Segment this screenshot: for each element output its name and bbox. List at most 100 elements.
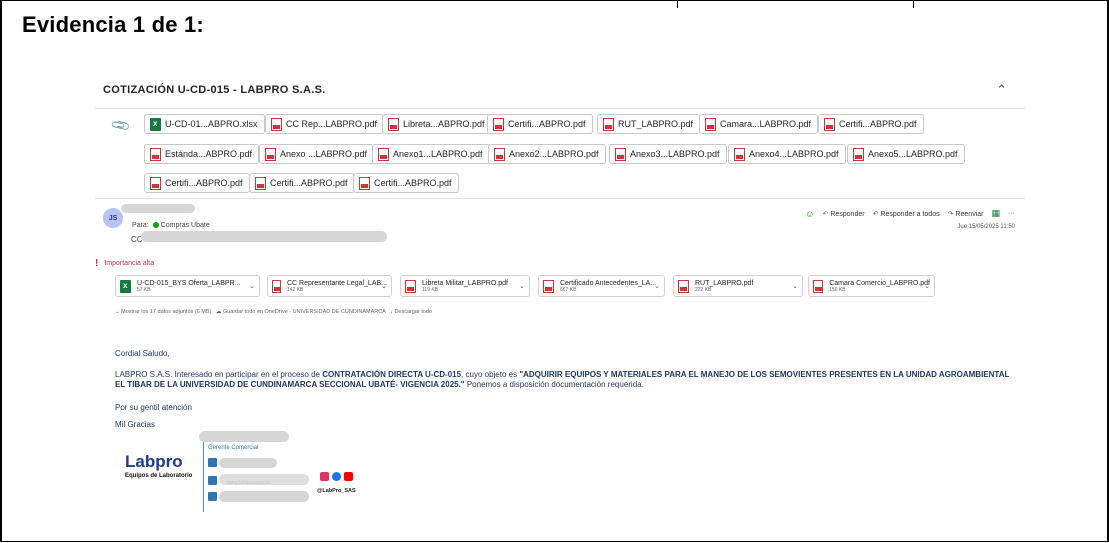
attachment-card[interactable]: Libreta Militar_LABPRO.pdf 119 KB ⌄ xyxy=(400,275,530,297)
chevron-down-icon[interactable]: ⌄ xyxy=(924,282,930,290)
excel-file-icon xyxy=(120,279,131,293)
chevron-down-icon[interactable]: ⌄ xyxy=(654,282,660,290)
attachment-chip[interactable]: Estánda...ABPRO.pdf xyxy=(144,144,260,164)
chevron-up-icon[interactable]: ⌃ xyxy=(996,82,1007,98)
teams-icon[interactable]: ▦ xyxy=(991,208,1000,219)
pdf-file-icon xyxy=(255,176,266,190)
pdf-file-icon xyxy=(543,279,554,293)
divider xyxy=(95,108,1025,109)
pdf-file-icon xyxy=(853,147,864,161)
paperclip-icon: 📎 xyxy=(109,114,132,137)
chevron-down-icon[interactable]: ⌄ xyxy=(381,282,387,290)
chevron-double-down-icon: ⌄ xyxy=(115,309,120,315)
pdf-file-icon xyxy=(405,279,416,293)
redacted-phone xyxy=(219,458,277,468)
more-actions-button[interactable]: ··· xyxy=(1008,210,1015,217)
presence-icon xyxy=(152,222,159,229)
pdf-file-icon xyxy=(493,117,504,131)
redacted-cc xyxy=(141,231,387,242)
table-divider xyxy=(913,0,914,8)
forward-icon: ↷ xyxy=(947,210,954,218)
attachment-chip[interactable]: Libreta...ABPRO.pdf xyxy=(382,114,492,134)
pdf-file-icon xyxy=(271,117,282,131)
attachment-chip[interactable]: Certifi...ABPRO.pdf xyxy=(249,173,355,193)
avatar[interactable]: JS xyxy=(103,208,123,228)
attachment-chip[interactable]: Camara...LABPRO.pdf xyxy=(699,114,819,134)
pdf-file-icon xyxy=(359,176,370,190)
instagram-icon[interactable] xyxy=(320,472,329,481)
email-icon xyxy=(208,476,217,485)
labpro-logo: Labpro Equipos de Laboratorio xyxy=(125,452,193,479)
chevron-down-icon[interactable]: ⌄ xyxy=(519,282,525,290)
thanks-line: Por su gentil atención xyxy=(115,403,192,412)
social-icons xyxy=(320,472,353,481)
recipient[interactable]: Compras Ubate xyxy=(161,222,210,229)
chevron-down-icon[interactable]: ⌄ xyxy=(792,282,798,290)
attachment-chip[interactable]: RUT_LABPRO.pdf xyxy=(597,114,701,134)
save-onedrive-link[interactable]: Guardar todo en OneDrive - UNIVERSIDAD D… xyxy=(223,309,386,315)
closing-line: Mil Gracias xyxy=(115,420,156,429)
pdf-file-icon xyxy=(150,176,161,190)
redacted-address xyxy=(219,491,309,502)
attachment-chip[interactable]: Certifi...ABPRO.pdf xyxy=(353,173,459,193)
pdf-file-icon xyxy=(603,117,614,131)
divider xyxy=(95,198,1025,199)
reply-icon: ↶ xyxy=(822,210,829,218)
pdf-file-icon xyxy=(388,117,399,131)
message-date: Jue 15/05/2025 11:50 xyxy=(957,224,1015,230)
youtube-icon[interactable] xyxy=(344,472,353,481)
to-line: Para: Compras Ubate xyxy=(132,222,210,229)
greeting: Cordial Saludo, xyxy=(115,349,170,358)
attachment-chip[interactable]: Anexo5...LABPRO.pdf xyxy=(847,144,965,164)
attachment-chip[interactable]: CC Rep...LABPRO.pdf xyxy=(265,114,385,134)
email-screenshot: COTIZACIÓN U-CD-015 - LABPRO S.A.S. ⌃ 📎 … xyxy=(95,72,1025,512)
attachment-chip[interactable]: U-CD-01...ABPRO.xlsx xyxy=(144,114,265,134)
reply-all-icon: ↶ xyxy=(872,210,879,218)
social-handle: @LabPro_SAS xyxy=(317,488,356,494)
facebook-icon[interactable] xyxy=(332,472,341,481)
pdf-file-icon xyxy=(734,147,745,161)
redacted-sender xyxy=(121,204,195,213)
attachment-card[interactable]: RUT_LABPRO.pdf 222 KB ⌄ xyxy=(673,275,803,297)
redacted-signer-name xyxy=(199,431,289,442)
attachment-card[interactable]: Certificado Antecedentes_LA... 667 KB ⌄ xyxy=(538,275,665,297)
reply-all-button[interactable]: ↶ Responder a todos xyxy=(873,210,940,218)
emoji-reaction-icon[interactable]: ☺ xyxy=(805,209,814,219)
exclamation-icon: ! xyxy=(95,258,99,269)
email-subject: COTIZACIÓN U-CD-015 - LABPRO S.A.S. xyxy=(103,84,326,96)
pdf-file-icon xyxy=(150,147,161,161)
evidence-heading: Evidencia 1 de 1: xyxy=(22,12,204,37)
importance-banner: ! Importancia alta xyxy=(95,258,155,269)
signer-role: Gerente Comercial xyxy=(208,445,259,451)
attachment-card[interactable]: U-CD-015_BYS Oferta_LABPR...57 KB ⌄ xyxy=(115,275,260,297)
top-border xyxy=(0,0,1109,1)
pdf-file-icon xyxy=(824,117,835,131)
forward-button[interactable]: ↷ Reenviar xyxy=(948,210,984,218)
pdf-file-icon xyxy=(615,147,626,161)
chevron-down-icon[interactable]: ⌄ xyxy=(249,282,255,290)
attachment-chip[interactable]: Certifi...ABPRO.pdf xyxy=(818,114,924,134)
pdf-file-icon xyxy=(678,279,689,293)
attachment-chip[interactable]: Anexo ...LABPRO.pdf xyxy=(259,144,375,164)
pdf-file-icon xyxy=(494,147,505,161)
attachment-chip[interactable]: Anexo3...LABPRO.pdf xyxy=(609,144,727,164)
attachment-chip[interactable]: Certifi...ABPRO.pdf xyxy=(144,173,250,193)
attachment-actions: ⌄ Mostrar los 17 datos adjuntos (6 MB) ☁… xyxy=(115,309,432,315)
show-all-attachments-link[interactable]: Mostrar los 17 datos adjuntos (6 MB) xyxy=(121,309,211,315)
reply-button[interactable]: ↶ Responder xyxy=(822,210,864,218)
phone-icon xyxy=(208,458,217,467)
download-icon: ↓ xyxy=(390,309,393,315)
pdf-file-icon xyxy=(272,279,281,293)
attachment-chip[interactable]: Certifi...ABPRO.pdf xyxy=(487,114,593,134)
attachment-chip[interactable]: Anexo2...LABPRO.pdf xyxy=(488,144,606,164)
attachment-chip[interactable]: Anexo1...LABPRO.pdf xyxy=(372,144,490,164)
attachment-card[interactable]: Camara Comercio_LABPRO.pdf 156 KB ⌄ xyxy=(808,275,935,297)
download-all-link[interactable]: Descargar todo xyxy=(394,309,432,315)
attachment-chip[interactable]: Anexo4...LABPRO.pdf xyxy=(728,144,846,164)
attachment-card[interactable]: CC Representante Legal_LAB... 142 KB ⌄ xyxy=(267,275,392,297)
message-actions: ☺ ↶ Responder ↶ Responder a todos ↷ Reenvia… xyxy=(805,208,1015,219)
pdf-file-icon xyxy=(705,117,716,131)
body-paragraph: LABPRO S.A.S. Interesado en participar e… xyxy=(115,370,1010,389)
pdf-file-icon xyxy=(265,147,276,161)
pdf-file-icon xyxy=(378,147,389,161)
